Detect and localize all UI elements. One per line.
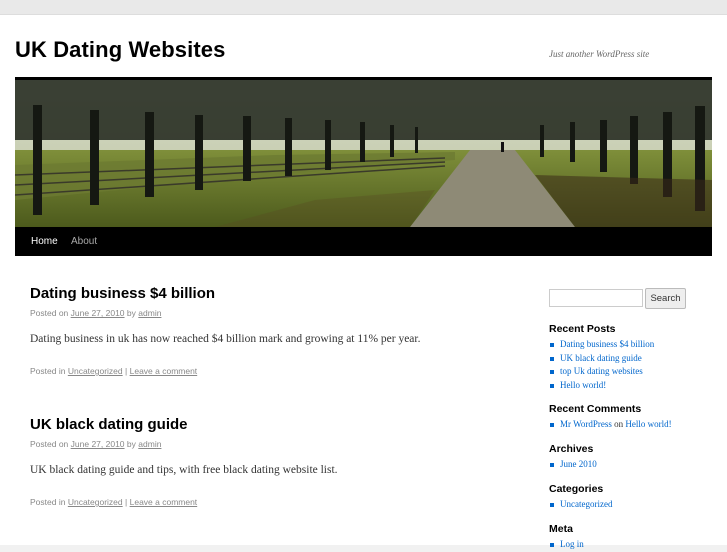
footer-separator: | — [125, 366, 128, 376]
site-tagline: Just another WordPress site — [549, 49, 650, 59]
post-excerpt: Dating business in uk has now reached $4… — [30, 333, 421, 345]
list-item: Dating business $4 billion — [549, 338, 719, 352]
nav-item-home[interactable]: Home — [31, 227, 58, 256]
post-footer: Posted in Uncategorized | Leave a commen… — [30, 366, 500, 376]
main-navigation: Home About — [15, 227, 712, 256]
category-link[interactable]: Uncategorized — [560, 499, 612, 509]
list-item: Mr WordPress on Hello world! — [549, 418, 719, 432]
post: UK black dating guide Posted on June 27,… — [30, 416, 500, 507]
recent-post-link[interactable]: UK black dating guide — [560, 353, 642, 363]
widget-title: Categories — [549, 483, 604, 495]
recent-post-link[interactable]: Dating business $4 billion — [560, 339, 654, 349]
post: Dating business $4 billion Posted on Jun… — [30, 285, 500, 376]
recent-posts-widget: Recent Posts Dating business $4 billion … — [549, 323, 719, 392]
comment-author-link[interactable]: Mr WordPress — [560, 419, 612, 429]
recent-post-link[interactable]: top Uk dating websites — [560, 366, 643, 376]
post-excerpt: UK black dating guide and tips, with fre… — [30, 464, 338, 476]
leave-comment-link[interactable]: Leave a comment — [130, 497, 198, 507]
posted-in-label: Posted in — [30, 497, 66, 507]
list-item: Hello world! — [549, 379, 719, 393]
post-meta: Posted on June 27, 2010 by admin — [30, 308, 500, 318]
list-item: Uncategorized — [549, 498, 719, 512]
post-category-link[interactable]: Uncategorized — [68, 497, 123, 507]
archive-link[interactable]: June 2010 — [560, 459, 597, 469]
by-label: by — [126, 308, 136, 318]
post-date-link[interactable]: June 27, 2010 — [71, 439, 125, 449]
list-item: top Uk dating websites — [549, 365, 719, 379]
footer-separator: | — [125, 497, 128, 507]
comment-on-label: on — [614, 419, 624, 429]
list-item: UK black dating guide — [549, 352, 719, 366]
by-label: by — [126, 439, 136, 449]
recent-post-link[interactable]: Hello world! — [560, 380, 606, 390]
widget-title: Recent Comments — [549, 403, 642, 415]
leave-comment-link[interactable]: Leave a comment — [130, 366, 198, 376]
meta-widget: Meta Log in — [549, 523, 719, 552]
site-title[interactable]: UK Dating Websites — [15, 37, 225, 63]
top-band — [0, 0, 727, 15]
post-meta: Posted on June 27, 2010 by admin — [30, 439, 500, 449]
post-footer: Posted in Uncategorized | Leave a commen… — [30, 497, 500, 507]
post-author-link[interactable]: admin — [138, 308, 161, 318]
categories-widget: Categories Uncategorized — [549, 483, 719, 512]
post-category-link[interactable]: Uncategorized — [68, 366, 123, 376]
recent-comments-widget: Recent Comments Mr WordPress on Hello wo… — [549, 403, 719, 432]
search-button[interactable]: Search — [645, 288, 686, 309]
posted-in-label: Posted in — [30, 366, 66, 376]
widget-title: Recent Posts — [549, 323, 616, 335]
header-banner-image — [15, 80, 712, 227]
widget-title: Archives — [549, 443, 594, 455]
login-link[interactable]: Log in — [560, 539, 584, 549]
posted-on-label: Posted on — [30, 439, 69, 449]
archives-widget: Archives June 2010 — [549, 443, 719, 472]
widget-title: Meta — [549, 523, 573, 535]
list-item: June 2010 — [549, 458, 719, 472]
nav-item-about[interactable]: About — [71, 227, 97, 256]
posted-on-label: Posted on — [30, 308, 69, 318]
post-title[interactable]: UK black dating guide — [30, 416, 500, 433]
search-input[interactable] — [549, 289, 643, 307]
page-wrapper: UK Dating Websites Just another WordPres… — [0, 15, 727, 549]
comment-post-link[interactable]: Hello world! — [625, 419, 671, 429]
post-author-link[interactable]: admin — [138, 439, 161, 449]
post-title[interactable]: Dating business $4 billion — [30, 285, 500, 302]
post-date-link[interactable]: June 27, 2010 — [71, 308, 125, 318]
